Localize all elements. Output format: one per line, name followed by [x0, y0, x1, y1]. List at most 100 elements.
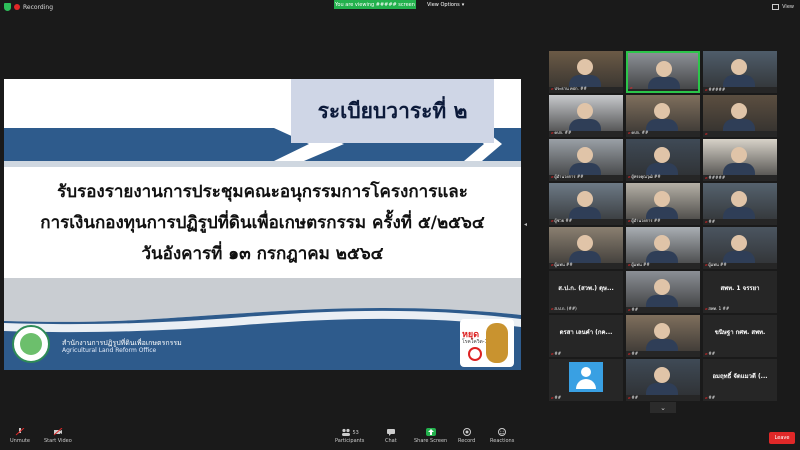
participant-name-label: ⌀ ประธาน คปก. ## [551, 85, 621, 92]
participant-name-label: ⌀ [705, 131, 775, 136]
covid-stop-sign: หยุด โรคโควิด-19 [460, 319, 514, 367]
participant-name-label: ⌀ ผู้อำนวยการ ## [628, 217, 698, 224]
chat-button[interactable]: Chat [385, 428, 397, 448]
participant-tile[interactable]: ⌀ [626, 51, 700, 93]
participant-name-label: ⌀ ##### [705, 87, 775, 92]
mascot-icon [486, 323, 508, 363]
participant-name-label: ⌀ ผู้แทน ## [705, 261, 775, 268]
participant-tile[interactable]: ⌀ ##### [703, 51, 777, 93]
participant-tile[interactable]: ⌀ ## [626, 271, 700, 313]
participant-video [703, 139, 777, 175]
participant-name-label: ⌀ ## [705, 395, 775, 400]
agenda-title-box: ระเบียบวาระที่ ๒ [291, 79, 494, 143]
mic-muted-icon [15, 428, 25, 436]
participant-body [646, 295, 678, 307]
mic-muted-icon: ⌀ [628, 218, 631, 223]
mic-muted-icon: ⌀ [628, 130, 631, 135]
participant-name: ผู้อำนวยการ ## [554, 174, 584, 179]
start-video-button[interactable]: Start Video [44, 428, 72, 448]
mic-muted-icon: ⌀ [705, 395, 708, 400]
mic-muted-icon: ⌀ [551, 130, 554, 135]
participant-tile[interactable]: อมฤทธิ์ จัดแมวดี (... ⌀ ## [703, 359, 777, 401]
mic-muted-icon: ⌀ [551, 218, 554, 223]
participant-name: ## [631, 307, 639, 312]
participant-tile[interactable]: ⌀ ผู้ช่วย ## [549, 183, 623, 225]
meeting-toolbar: Unmute Start Video 53 Participants Chat … [0, 424, 800, 450]
participant-name-label: ⌀ ผู้แทน ## [551, 261, 621, 268]
participant-tile[interactable]: ⌀ ผู้อำนวยการ ## [549, 139, 623, 181]
participant-tile[interactable]: ⌀ ผู้แทน ## [549, 227, 623, 269]
slide-band-light [4, 161, 521, 167]
participant-silhouette [654, 235, 670, 251]
participant-body [723, 207, 755, 219]
participant-tile[interactable]: ⌀ ##### [703, 139, 777, 181]
record-button[interactable]: Record [458, 428, 475, 448]
participant-name-label: ⌀ ## [551, 395, 621, 400]
participant-tile[interactable]: ⌀ ## [626, 359, 700, 401]
participant-tile[interactable]: ⌀ ผู้แทน ## [626, 227, 700, 269]
participant-video [549, 95, 623, 131]
recording-indicator: Recording [4, 2, 53, 12]
participant-silhouette [577, 191, 593, 207]
participant-display-name: ดรสา เลนคำ (กค... [559, 329, 613, 336]
participant-video [549, 227, 623, 263]
leave-button[interactable]: Leave [769, 432, 795, 444]
slide-line-3: วันอังคารที่ ๑๓ กรกฎาคม ๒๕๖๔ [141, 244, 384, 264]
participant-tile[interactable]: ⌀ คปก. ## [626, 95, 700, 137]
participant-name: ผู้อำนวยการ ## [631, 218, 661, 223]
participant-display-name: อมฤทธิ์ จัดแมวดี (... [712, 373, 768, 380]
participants-button[interactable]: 53 Participants [335, 428, 364, 448]
participant-tile[interactable]: ขนิษฐา กศพ. สพท. ⌀ ## [703, 315, 777, 357]
mic-muted-icon: ⌀ [628, 262, 631, 267]
participant-display-name: ขนิษฐา กศพ. สพท. [714, 329, 766, 336]
gallery-next-page-button[interactable]: ⌄ [650, 402, 676, 413]
participant-tile[interactable]: ดรสา เลนคำ (กค... ⌀ ## [549, 315, 623, 357]
participant-name-label: ⌀ ## [628, 351, 698, 356]
participant-tile[interactable]: ส.ป.ก. (สวพ.) ดุษ... ⌀ ส.ป.ก. (##) [549, 271, 623, 313]
participants-icon [341, 428, 350, 436]
share-screen-button[interactable]: Share Screen [414, 428, 447, 448]
participant-video [626, 359, 700, 395]
participant-tile[interactable]: ⌀ ผู้อำนวยการ ## [626, 183, 700, 225]
participant-silhouette [577, 235, 593, 251]
participant-name: ##### [708, 87, 726, 92]
chevron-down-icon: ▾ [461, 1, 465, 8]
participant-tile[interactable]: ⌀ ประธาน คปก. ## [549, 51, 623, 93]
view-options-button[interactable]: View Options ▾ [423, 0, 468, 9]
participant-body [723, 119, 755, 131]
mic-muted-icon: ⌀ [551, 306, 554, 311]
participant-tile[interactable]: สพท. 1 จรรยา ⌀ สพท. 1 ## [703, 271, 777, 313]
participant-name-label: ⌀ คปก. ## [628, 129, 698, 136]
participant-video [549, 51, 623, 87]
participant-tile[interactable]: ⌀ คปก. ## [549, 95, 623, 137]
participant-name: ## [631, 395, 639, 400]
participant-silhouette [731, 59, 747, 75]
unmute-button[interactable]: Unmute [10, 428, 30, 448]
participant-silhouette [654, 191, 670, 207]
participant-name: ## [554, 351, 562, 356]
participant-silhouette [731, 191, 747, 207]
participant-name: ผู้ช่วย ## [554, 218, 573, 223]
reactions-button[interactable]: Reactions [490, 428, 514, 448]
participant-name-label: ⌀ สพท. 1 ## [705, 305, 775, 312]
slide-wave [4, 295, 521, 370]
participant-video [703, 227, 777, 263]
participant-name: ## [708, 395, 716, 400]
participant-video [703, 95, 777, 131]
participant-tile[interactable]: ⌀ ## [703, 183, 777, 225]
participant-tile[interactable]: ⌀ [703, 95, 777, 137]
participant-video [626, 315, 700, 351]
participant-tile[interactable]: ⌀ ผู้แทน ## [703, 227, 777, 269]
slide-gray-band [4, 278, 521, 295]
mic-muted-icon: ⌀ [551, 262, 554, 267]
gallery-collapse-icon[interactable]: ◂ [524, 221, 527, 228]
participant-tile[interactable]: ⌀ ## [549, 359, 623, 401]
reactions-icon [498, 428, 507, 436]
participant-tile[interactable]: ⌀ ผู้ทรงคุณวุฒิ ## [626, 139, 700, 181]
participant-silhouette [654, 147, 670, 163]
participant-silhouette [654, 103, 670, 119]
view-button[interactable]: View [772, 2, 794, 11]
mic-muted-icon: ⌀ [630, 85, 633, 90]
participant-tile[interactable]: ⌀ ## [626, 315, 700, 357]
mic-muted-icon: ⌀ [705, 262, 708, 267]
